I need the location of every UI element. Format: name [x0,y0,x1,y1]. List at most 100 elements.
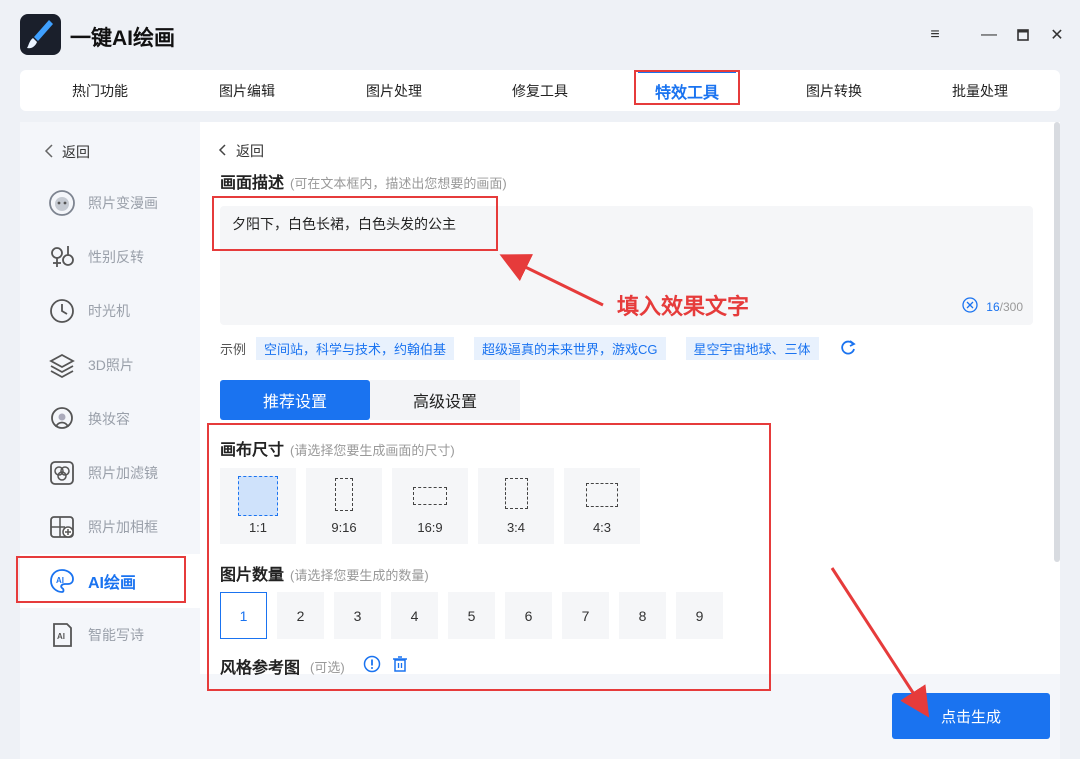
style-reference-hint: (可选) [310,659,345,675]
example-chip[interactable]: 超级逼真的未来世界，游戏CG [474,336,666,360]
chevron-left-icon [44,143,54,162]
tab-hot[interactable]: 热门功能 [30,70,170,111]
canvas-size-title: 画布尺寸 [220,442,285,459]
trash-icon[interactable] [391,655,409,678]
gender-icon [48,243,76,271]
minimize-icon[interactable]: — [978,24,1000,46]
makeup-icon [48,405,76,433]
size-option-label: 3:4 [506,520,526,535]
canvas-size-heading: 画布尺寸 (请选择您要生成画面的尺寸) [220,436,455,460]
count-option[interactable]: 6 [505,592,552,639]
sidebar-back-label: 返回 [62,144,90,160]
sidebar-item-cartoon[interactable]: 照片变漫画 [20,176,200,230]
size-option-3-4[interactable]: 3:4 [478,468,554,544]
count-option[interactable]: 4 [391,592,438,639]
canvas-size-options: 1:1 9:16 16:9 3:4 4:3 [220,468,640,544]
svg-text:AI: AI [57,632,65,641]
tab-image-process[interactable]: 图片处理 [324,70,464,111]
settings-tabs: 推荐设置 高级设置 [220,380,520,420]
examples-row: 示例 空间站，科学与技术，约翰伯基 超级逼真的未来世界，游戏CG 星空宇宙地球、… [220,336,857,360]
sidebar-item-label: AI绘画 [88,575,137,592]
sidebar-back-button[interactable]: 返回 [44,142,90,162]
count-option[interactable]: 7 [562,592,609,639]
svg-text:AI: AI [56,576,64,585]
scrollbar-thumb[interactable] [1054,122,1060,562]
tab-batch[interactable]: 批量处理 [910,70,1050,111]
sidebar-item-ai-paint[interactable]: AI AI绘画 [20,554,200,608]
clear-icon[interactable] [962,297,978,316]
size-option-16-9[interactable]: 16:9 [392,468,468,544]
generate-button[interactable]: 点击生成 [892,693,1050,739]
size-option-4-3[interactable]: 4:3 [564,468,640,544]
sidebar-item-makeup[interactable]: 换妆容 [20,392,200,446]
sidebar-item-label: 性别反转 [88,249,144,265]
main-back-button[interactable]: 返回 [218,141,264,161]
size-option-label: 9:16 [331,520,357,535]
tab-effects[interactable]: 特效工具 [617,70,757,111]
tab-repair-tools[interactable]: 修复工具 [470,70,610,111]
main-back-label: 返回 [236,143,264,159]
canvas-size-hint: (请选择您要生成画面的尺寸) [290,443,455,458]
ai-paint-icon: AI [48,567,76,595]
chevron-left-icon [218,143,228,160]
examples-label: 示例 [220,341,247,357]
count-option[interactable]: 1 [220,592,267,639]
close-icon[interactable]: ✕ [1046,24,1068,46]
info-icon[interactable] [363,655,381,678]
count-option[interactable]: 8 [619,592,666,639]
ai-poem-icon: AI [48,621,76,649]
image-count-heading: 图片数量 (请选择您要生成的数量) [220,561,429,585]
clock-icon [48,297,76,325]
size-option-9-16[interactable]: 9:16 [306,468,382,544]
annotation-text: 填入效果文字 [617,294,750,319]
maximize-icon[interactable] [1012,24,1034,46]
tab-advanced-settings[interactable]: 高级设置 [370,380,520,420]
refresh-icon[interactable] [839,338,857,359]
description-heading: 画面描述 (可在文本框内，描述出您想要的画面) [220,169,507,193]
count-option[interactable]: 3 [334,592,381,639]
main-tab-bar: 热门功能 图片编辑 图片处理 修复工具 特效工具 图片转换 批量处理 [20,70,1060,111]
size-option-1-1[interactable]: 1:1 [220,468,296,544]
tab-image-edit[interactable]: 图片编辑 [177,70,317,111]
sidebar-item-3d-photo[interactable]: 3D照片 [20,338,200,392]
size-option-label: 1:1 [248,520,268,535]
sidebar-item-filter[interactable]: 照片加滤镜 [20,446,200,500]
size-option-label: 16:9 [417,520,443,535]
app-title: 一键AI绘画 [70,27,175,50]
sidebar-item-label: 3D照片 [88,357,134,373]
image-count-title: 图片数量 [220,567,285,584]
sidebar-item-ai-poem[interactable]: AI 智能写诗 [20,608,200,662]
title-bar: 一键AI绘画 ≡ — ✕ [0,0,1080,70]
sidebar-item-time-machine[interactable]: 时光机 [20,284,200,338]
sidebar-item-label: 照片加滤镜 [88,465,158,481]
size-option-label: 4:3 [592,520,612,535]
count-option[interactable]: 9 [676,592,723,639]
description-title: 画面描述 [220,175,285,192]
sidebar-item-label: 照片变漫画 [88,195,158,211]
active-tab-indicator [638,70,736,73]
style-reference-row: 风格参考图 (可选) [220,654,409,678]
image-count-hint: (请选择您要生成的数量) [290,568,429,583]
example-chip[interactable]: 星空宇宙地球、三体 [685,336,819,360]
char-count-current: 16 [986,299,1000,314]
sidebar-item-gender[interactable]: 性别反转 [20,230,200,284]
image-count-options: 1 2 3 4 5 6 7 8 9 [220,592,723,639]
menu-icon[interactable]: ≡ [924,24,946,46]
app-logo [20,14,61,55]
example-chip[interactable]: 空间站，科学与技术，约翰伯基 [256,336,455,360]
sidebar-item-label: 时光机 [88,303,130,319]
sidebar-item-frame[interactable]: 照片加相框 [20,500,200,554]
cartoon-face-icon [48,189,76,217]
tab-recommended-settings[interactable]: 推荐设置 [220,380,370,420]
sidebar-item-label: 智能写诗 [88,627,144,643]
layers-icon [48,351,76,379]
sidebar-item-label: 换妆容 [88,411,130,427]
tab-image-convert[interactable]: 图片转换 [764,70,904,111]
description-text[interactable]: 夕阳下，白色长裙，白色头发的公主 [232,214,456,234]
count-option[interactable]: 2 [277,592,324,639]
description-hint: (可在文本框内，描述出您想要的画面) [290,176,507,191]
count-option[interactable]: 5 [448,592,495,639]
filter-icon [48,459,76,487]
sidebar: 返回 照片变漫画 性别反转 时光机 3D照片 换妆容 照片加滤镜 照片加相框 A… [20,122,200,759]
char-count-max: /300 [999,299,1023,314]
